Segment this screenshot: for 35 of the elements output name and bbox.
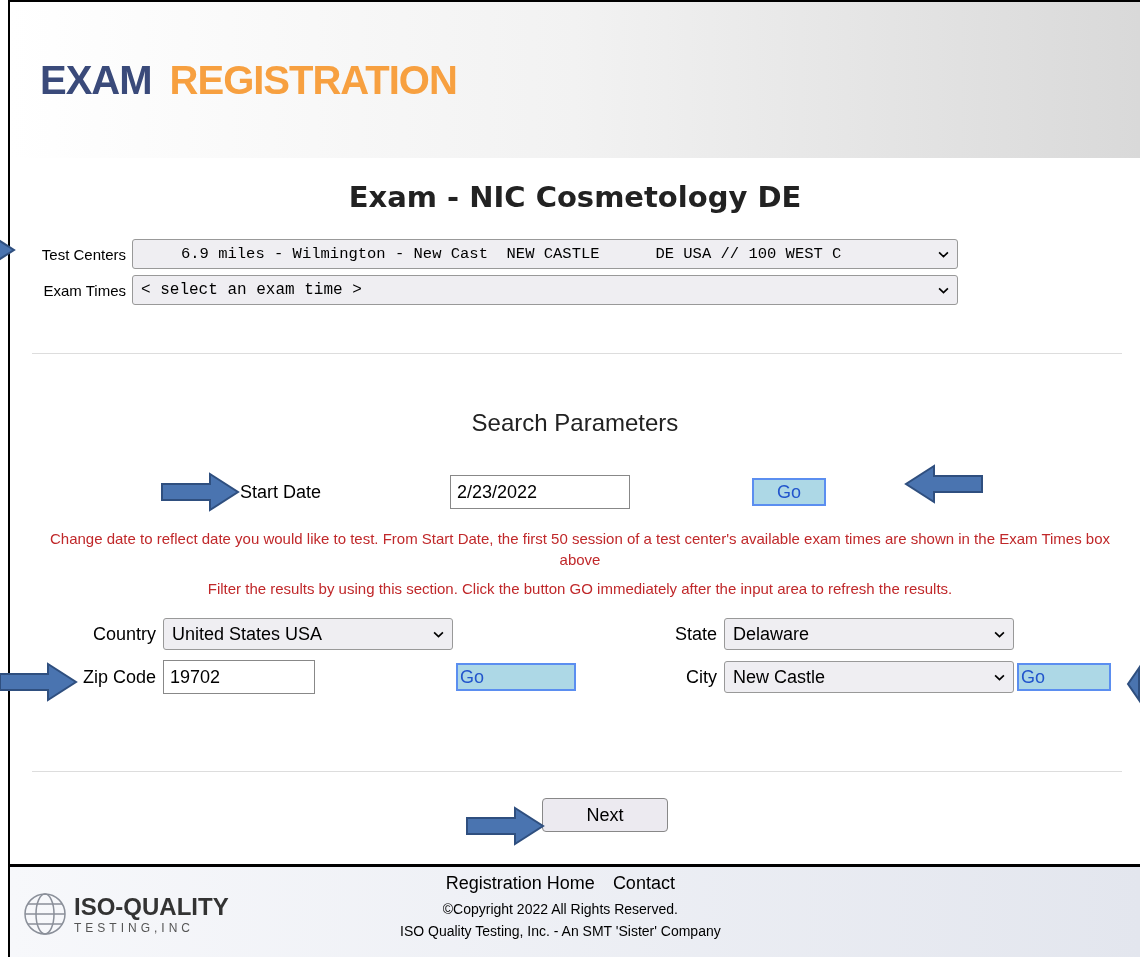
chevron-down-icon xyxy=(938,286,949,294)
logo-subtext: TESTING,INC xyxy=(74,920,195,935)
exam-title: Exam - NIC Cosmetology DE xyxy=(347,180,803,214)
field-label: Start Date xyxy=(240,481,323,503)
footer-link[interactable]: Registration Home xyxy=(445,873,595,894)
chevron-down-icon xyxy=(994,630,1005,638)
start-date-field[interactable]: 2/23/2022 xyxy=(450,475,630,509)
field-label: City xyxy=(685,666,718,688)
field-label: Zip Code xyxy=(81,666,157,688)
logo-text: ISO-QUALITY xyxy=(74,892,229,921)
zip-code-field[interactable]: 19702 xyxy=(163,660,315,694)
chevron-down-icon xyxy=(938,250,949,258)
field-label: Country xyxy=(91,623,157,645)
country-dropdown[interactable]: United States USA xyxy=(163,618,453,650)
company-text: ISO Quality Testing, Inc. - An SMT 'Sister' Company xyxy=(400,922,721,941)
section-heading: Search Parameters xyxy=(470,409,680,437)
exam-times-dropdown[interactable]: < select an exam time > xyxy=(132,275,958,305)
city-dropdown[interactable]: New Castle xyxy=(724,661,1014,693)
page-title: EXAM xyxy=(40,57,152,102)
test-centers-dropdown[interactable]: 6.9 miles - Wilmington - New Cast NEW CASTLE DE USA // 100 WEST C xyxy=(132,239,958,269)
footer-link[interactable]: Contact xyxy=(612,873,675,894)
chevron-down-icon xyxy=(433,630,444,638)
go-button[interactable]: Go xyxy=(1017,663,1111,691)
page-title-accent: REGISTRATION xyxy=(169,57,457,102)
field-label: Test Centers xyxy=(40,245,126,263)
next-button[interactable]: Next xyxy=(542,798,668,832)
instruction-text: Change date to reflect date you would like to test. From Start Date, the first 50 session of a test center's available exam times are shown in the Exam Times box above xyxy=(48,529,1111,570)
chevron-down-icon xyxy=(994,673,1005,681)
go-button[interactable]: Go xyxy=(456,663,576,691)
state-dropdown[interactable]: Delaware xyxy=(724,618,1014,650)
instruction-text: Filter the results by using this section. Click the button GO immediately after the input area to refresh the results. xyxy=(206,579,954,599)
field-label: Exam Times xyxy=(42,281,126,299)
copyright-text: ©Copyright 2022 All Rights Reserved. xyxy=(442,900,678,919)
go-button[interactable]: Go xyxy=(752,478,826,506)
field-label: State xyxy=(673,623,718,645)
